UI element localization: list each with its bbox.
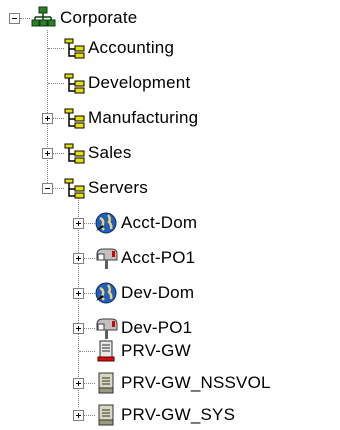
tree-node-prv-gw[interactable]: PRV-GW (0, 336, 340, 366)
tree-node-label[interactable]: Dev-Dom (121, 282, 194, 304)
tree-node-corporate[interactable]: Corporate (0, 3, 340, 33)
tree-node-servers[interactable]: Servers (0, 173, 340, 203)
expand-toggle[interactable] (73, 288, 84, 299)
tree-node-label[interactable]: Acct-PO1 (121, 247, 195, 269)
tree-node-label[interactable]: PRV-GW_NSSVOL (121, 372, 271, 394)
gateway-icon (97, 340, 115, 362)
volume-icon (98, 404, 114, 426)
tree-node-label[interactable]: PRV-GW (121, 340, 191, 362)
domain-globe-icon (95, 282, 117, 304)
org-unit-icon (64, 143, 85, 164)
tree-node-label[interactable]: Corporate (60, 7, 137, 29)
tree-node-label[interactable]: Acct-Dom (121, 212, 197, 234)
domain-globe-icon (95, 212, 117, 234)
tree-node-prv-gw-nssvol[interactable]: PRV-GW_NSSVOL (0, 368, 340, 398)
volume-icon (98, 372, 114, 394)
tree-node-manufacturing[interactable]: Manufacturing (0, 103, 340, 133)
tree-node-dev-dom[interactable]: Dev-Dom (0, 278, 340, 308)
tree-node-acct-po1[interactable]: Acct-PO1 (0, 243, 340, 273)
tree-node-acct-dom[interactable]: Acct-Dom (0, 208, 340, 238)
tree-node-prv-gw-sys[interactable]: PRV-GW_SYS (0, 400, 340, 430)
org-unit-icon (64, 38, 85, 59)
org-unit-icon (64, 73, 85, 94)
expand-toggle[interactable] (73, 323, 84, 334)
tree-node-label[interactable]: Manufacturing (88, 107, 198, 129)
tree-node-label[interactable]: Sales (88, 142, 132, 164)
expand-toggle[interactable] (73, 378, 84, 389)
expand-toggle[interactable] (42, 148, 53, 159)
expand-toggle[interactable] (73, 218, 84, 229)
org-unit-icon (64, 108, 85, 129)
organization-icon (31, 6, 56, 27)
tree-node-accounting[interactable]: Accounting (0, 33, 340, 63)
expand-toggle[interactable] (42, 113, 53, 124)
tree-node-label[interactable]: Accounting (88, 37, 174, 59)
tree-node-sales[interactable]: Sales (0, 138, 340, 168)
tree-node-label[interactable]: Development (88, 72, 190, 94)
expand-toggle[interactable] (73, 410, 84, 421)
tree-node-development[interactable]: Development (0, 68, 340, 98)
post-office-icon (96, 248, 118, 269)
directory-tree: Corporate Accounting Development Manufac… (0, 0, 340, 427)
tree-node-label[interactable]: Servers (88, 177, 148, 199)
collapse-toggle[interactable] (9, 13, 20, 24)
org-unit-icon (64, 178, 85, 199)
expand-toggle[interactable] (73, 253, 84, 264)
tree-node-label[interactable]: PRV-GW_SYS (121, 404, 235, 426)
collapse-toggle[interactable] (42, 183, 53, 194)
